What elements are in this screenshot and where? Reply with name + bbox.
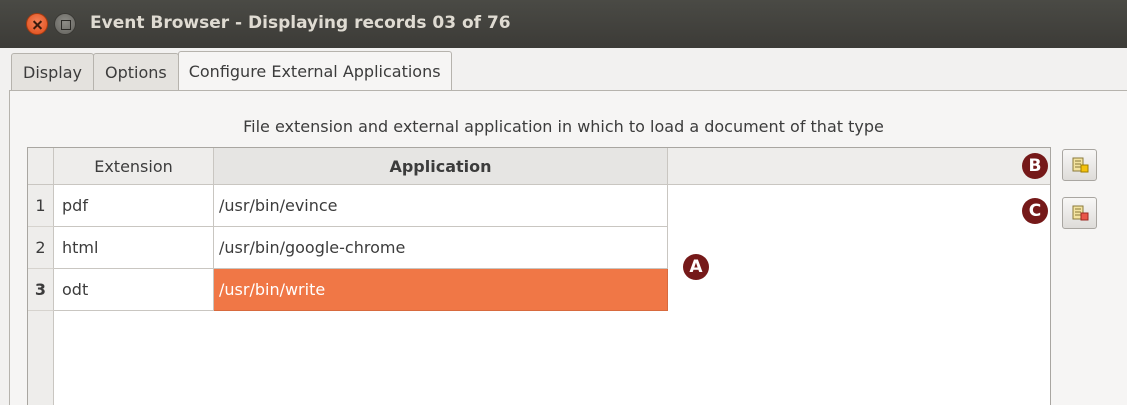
- remove-row-button[interactable]: [1062, 197, 1097, 229]
- title-bar: Event Browser - Displaying records 03 of…: [0, 0, 1127, 48]
- extension-cell[interactable]: odt: [54, 269, 214, 311]
- table-corner: [28, 148, 54, 185]
- callout-b: B: [1022, 153, 1048, 179]
- tab-strip: Display Options Configure External Appli…: [11, 51, 452, 91]
- row-number[interactable]: 3: [28, 269, 54, 311]
- minimize-window-button[interactable]: [54, 13, 76, 35]
- header-fill: [668, 148, 1050, 185]
- column-header-extension[interactable]: Extension: [54, 148, 214, 185]
- row-number[interactable]: 1: [28, 185, 54, 227]
- window-title: Event Browser - Displaying records 03 of…: [90, 13, 511, 33]
- remove-row-icon: [1072, 205, 1088, 221]
- tab-display[interactable]: Display: [11, 53, 94, 91]
- callout-c: C: [1022, 198, 1048, 224]
- callout-a: A: [683, 254, 709, 280]
- extension-cell[interactable]: pdf: [54, 185, 214, 227]
- tab-configure-external-applications[interactable]: Configure External Applications: [177, 51, 452, 91]
- application-cell-selected[interactable]: /usr/bin/write: [214, 269, 668, 311]
- tab-options[interactable]: Options: [92, 53, 179, 91]
- extension-cell[interactable]: html: [54, 227, 214, 269]
- add-row-button[interactable]: [1062, 149, 1097, 181]
- add-row-icon: [1072, 157, 1088, 173]
- row-number[interactable]: 2: [28, 227, 54, 269]
- close-window-button[interactable]: [26, 13, 48, 35]
- application-cell[interactable]: /usr/bin/google-chrome: [214, 227, 668, 269]
- application-cell[interactable]: /usr/bin/evince: [214, 185, 668, 227]
- applications-table[interactable]: Extension Application 1 pdf /usr/bin/evi…: [27, 147, 1051, 405]
- column-header-application[interactable]: Application: [214, 148, 668, 185]
- panel-description: File extension and external application …: [243, 117, 884, 136]
